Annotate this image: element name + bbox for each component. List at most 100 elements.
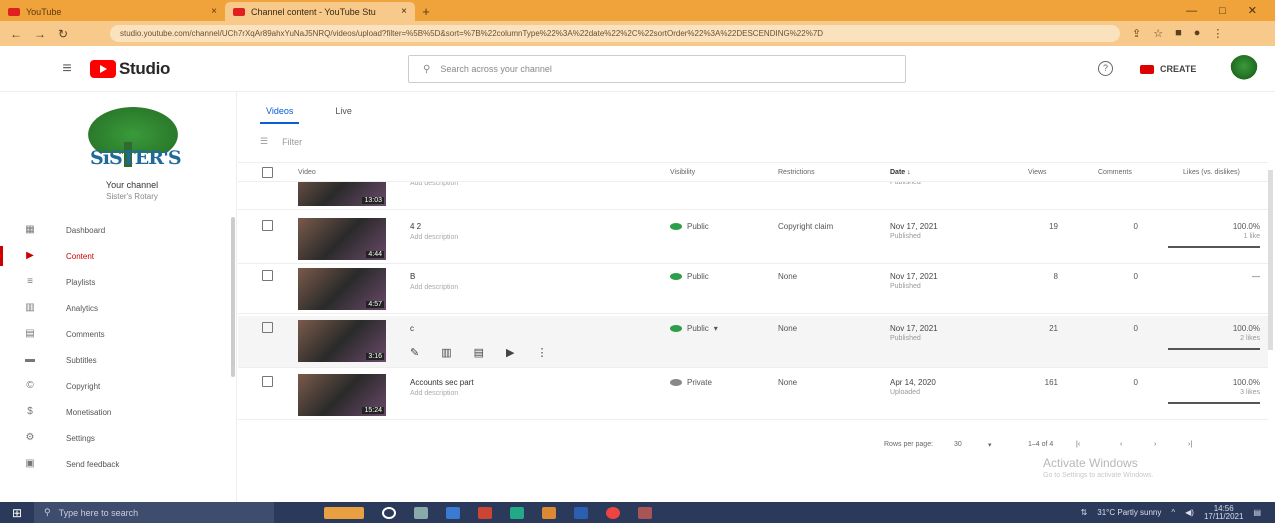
studio-logo-text[interactable]: Studio xyxy=(119,59,170,79)
close-window-icon[interactable]: ✕ xyxy=(1248,4,1257,17)
maximize-icon[interactable]: □ xyxy=(1219,5,1226,17)
sidebar-item-dashboard[interactable]: ▦ Dashboard xyxy=(0,217,237,243)
row-checkbox[interactable] xyxy=(262,322,273,333)
volume-icon[interactable]: ◀) xyxy=(1185,508,1194,517)
video-thumbnail[interactable]: 13:03 xyxy=(298,182,386,206)
word-icon[interactable] xyxy=(574,506,588,519)
hamburger-menu-icon[interactable]: ≡ xyxy=(52,60,82,78)
back-icon[interactable]: ← xyxy=(10,27,22,41)
avatar[interactable] xyxy=(1230,55,1258,83)
excel-icon[interactable] xyxy=(510,506,524,519)
row-checkbox[interactable] xyxy=(262,220,273,231)
video-thumbnail[interactable]: 4:57 xyxy=(298,268,386,310)
table-row[interactable]: 4:57 B Add description Public None Nov 17, 20… xyxy=(238,264,1268,314)
column-video[interactable]: Video xyxy=(298,169,316,176)
browser-tab-studio[interactable]: Channel content - YouTube Stu × xyxy=(225,2,415,21)
sidebar-item-analytics[interactable]: ▥ Analytics xyxy=(0,295,237,321)
column-restrictions[interactable]: Restrictions xyxy=(778,169,815,176)
office-icon[interactable] xyxy=(478,506,492,519)
create-button[interactable]: CREATE xyxy=(1140,60,1196,78)
visibility-cell[interactable]: Private xyxy=(670,378,712,387)
video-title[interactable]: Accounts sec part xyxy=(410,378,474,387)
select-all-checkbox[interactable] xyxy=(262,167,273,178)
clock[interactable]: 14:56 17/11/2021 xyxy=(1204,504,1243,521)
visibility-dropdown-icon[interactable]: ▾ xyxy=(714,324,718,333)
close-tab-icon[interactable]: × xyxy=(401,6,407,17)
tab-live[interactable]: Live xyxy=(329,100,358,124)
sidebar-item-monetisation[interactable]: $ Monetisation xyxy=(0,399,237,425)
forward-icon[interactable]: → xyxy=(34,27,46,41)
weather-widget-icon[interactable] xyxy=(324,506,364,519)
rows-dropdown-icon[interactable]: ▾ xyxy=(988,441,992,449)
new-tab-button[interactable]: + xyxy=(415,2,437,21)
prev-page-icon[interactable]: ‹ xyxy=(1120,441,1122,448)
video-title[interactable]: 4 2 xyxy=(410,222,421,231)
sidebar-item-content[interactable]: ▶ Content xyxy=(0,243,237,269)
youtube-view-icon[interactable]: ▶ xyxy=(506,346,514,359)
comments-icon[interactable]: ▤ xyxy=(474,346,484,359)
video-thumbnail[interactable]: 15:24 xyxy=(298,374,386,416)
extensions-icon[interactable]: ■ xyxy=(1175,27,1182,40)
column-visibility[interactable]: Visibility xyxy=(670,169,695,176)
close-tab-icon[interactable]: × xyxy=(211,6,217,17)
browser-tab-youtube[interactable]: YouTube × xyxy=(0,2,225,21)
rows-per-page-select[interactable]: 30 xyxy=(954,441,962,448)
first-page-icon[interactable]: |‹ xyxy=(1076,441,1080,448)
browser-menu-icon[interactable]: ⋮ xyxy=(1212,27,1223,40)
sidebar-item-copyright[interactable]: © Copyright xyxy=(0,373,237,399)
cortana-icon[interactable] xyxy=(382,506,396,519)
filter-bar[interactable]: ☰ Filter xyxy=(260,136,302,147)
row-checkbox[interactable] xyxy=(262,270,273,281)
row-checkbox[interactable] xyxy=(262,376,273,387)
video-thumbnail[interactable]: 3:16 xyxy=(298,320,386,362)
table-row[interactable]: 3:16 c Public ▾ None Nov 17, 2021 Published 21 0… xyxy=(238,316,1268,368)
url-field[interactable]: studio.youtube.com/channel/UCh7rXqAr89ah… xyxy=(110,25,1120,42)
network-icon[interactable]: ⇅ xyxy=(1081,508,1088,517)
video-title[interactable]: c xyxy=(410,324,414,333)
more-options-icon[interactable]: ⋮ xyxy=(537,346,548,359)
page-scrollbar[interactable] xyxy=(1268,170,1273,350)
visibility-cell[interactable]: Public xyxy=(670,272,709,281)
youtube-logo-icon[interactable] xyxy=(90,59,116,78)
video-title[interactable]: B xyxy=(410,272,415,281)
column-comments[interactable]: Comments xyxy=(1098,169,1132,176)
visibility-cell[interactable]: Public xyxy=(670,222,709,231)
windows-start-icon[interactable]: ⊞ xyxy=(0,502,34,523)
video-thumbnail[interactable]: 4:44 xyxy=(298,218,386,260)
minimize-icon[interactable]: — xyxy=(1186,5,1197,17)
filter-icon[interactable]: ☰ xyxy=(260,136,268,147)
visibility-cell[interactable]: Public ▾ xyxy=(670,324,718,333)
column-views[interactable]: Views xyxy=(1028,169,1047,176)
powerpoint-icon[interactable] xyxy=(542,506,556,519)
share-icon[interactable]: ⇪ xyxy=(1132,27,1141,40)
task-view-icon[interactable] xyxy=(414,506,428,519)
table-row[interactable]: 15:24 Accounts sec part Add description Pri… xyxy=(238,370,1268,420)
channel-logo[interactable]: SiSTER'S xyxy=(84,107,182,177)
reload-icon[interactable]: ↻ xyxy=(58,27,68,41)
store-icon[interactable] xyxy=(446,506,460,519)
notifications-icon[interactable]: ▤ xyxy=(1253,508,1261,517)
table-row[interactable]: 4:44 4 2 Add description Public Copyright cl… xyxy=(238,214,1268,264)
last-page-icon[interactable]: ›| xyxy=(1188,441,1192,448)
sidebar-item-settings[interactable]: ⚙ Settings xyxy=(0,425,237,451)
sidebar-item-comments[interactable]: ▤ Comments xyxy=(0,321,237,347)
weather-status[interactable]: 31°C Partly sunny xyxy=(1097,508,1161,517)
taskbar-search-input[interactable]: ⚲ Type here to search xyxy=(34,502,274,523)
app-icon[interactable] xyxy=(638,506,652,519)
profile-icon[interactable]: ● xyxy=(1194,27,1201,40)
chrome-icon[interactable] xyxy=(606,506,620,519)
sidebar-scrollbar[interactable] xyxy=(231,217,235,377)
next-page-icon[interactable]: › xyxy=(1154,441,1156,448)
table-row[interactable]: 13:03St. Angels TalkAdd descriptionPubli… xyxy=(238,182,1268,210)
tray-chevron-icon[interactable]: ^ xyxy=(1171,508,1175,517)
sidebar-item-send-feedback[interactable]: ▣ Send feedback xyxy=(0,451,237,477)
sidebar-item-playlists[interactable]: ≡ Playlists xyxy=(0,269,237,295)
search-input[interactable]: ⚲ Search across your channel xyxy=(408,55,906,83)
analytics-icon[interactable]: ▥ xyxy=(441,346,451,359)
tab-videos[interactable]: Videos xyxy=(260,100,300,124)
sidebar-item-subtitles[interactable]: ▬ Subtitles xyxy=(0,347,237,373)
column-likes[interactable]: Likes (vs. dislikes) xyxy=(1183,169,1240,176)
bookmark-star-icon[interactable]: ☆ xyxy=(1153,27,1163,40)
edit-pencil-icon[interactable]: ✎ xyxy=(410,346,419,359)
help-icon[interactable]: ? xyxy=(1098,61,1113,76)
